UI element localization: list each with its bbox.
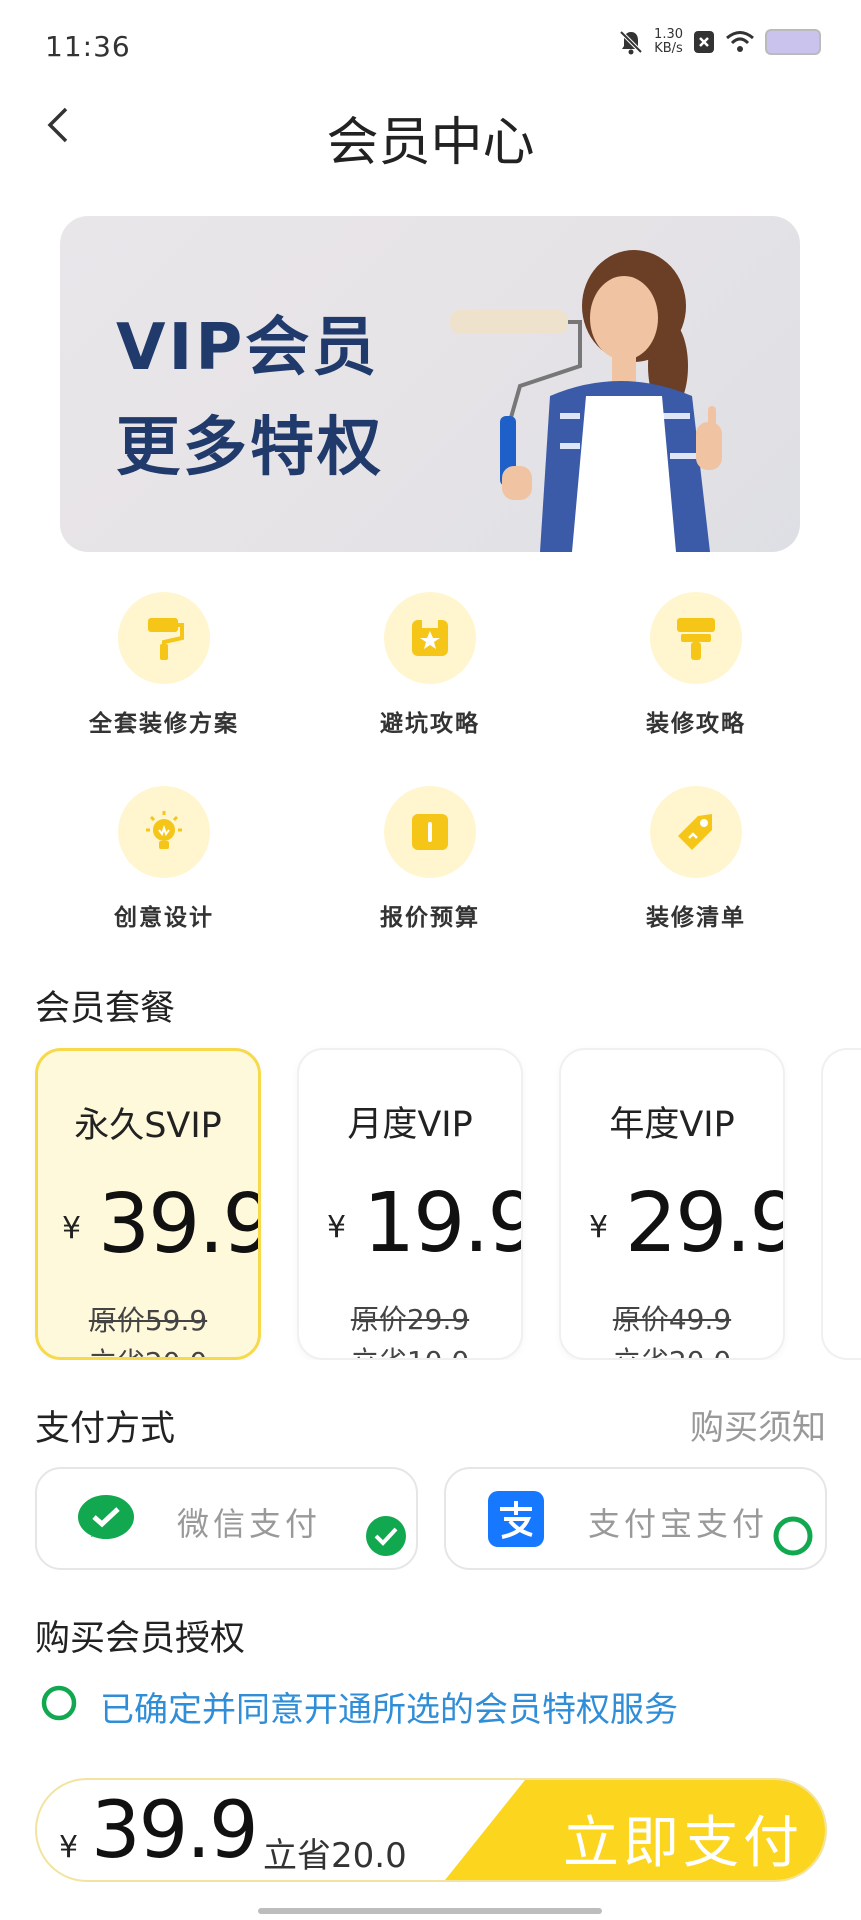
- alipay-option[interactable]: 支付宝支付: [444, 1467, 827, 1570]
- plan-name: 年度VIP: [609, 1105, 735, 1145]
- feature-label: 全套装修方案: [89, 711, 239, 737]
- selected-check-icon: [366, 1516, 406, 1556]
- feature-label: 报价预算: [380, 905, 480, 931]
- plan-currency: ¥: [62, 1211, 82, 1246]
- plan-price: 29.9: [625, 1176, 785, 1271]
- bottom-pay-bar: ¥ 39.9 立省20.0 立即支付: [35, 1778, 827, 1882]
- wechat-pay-option[interactable]: 微信支付: [35, 1467, 418, 1570]
- payment-section-title: 支付方式: [35, 1409, 176, 1449]
- agreement-radio-icon[interactable]: [40, 1684, 78, 1722]
- pay-now-label: 立即支付: [563, 1811, 803, 1876]
- plan-card-monthly-vip[interactable]: 月度VIP ¥ 19.9 原价29.9 立省10.0: [297, 1048, 523, 1360]
- plans-section-title: 会员套餐: [35, 989, 176, 1029]
- unselected-radio-icon[interactable]: [772, 1515, 814, 1557]
- plan-original-price: 原价59.9: [88, 1304, 208, 1337]
- purchase-notice-link[interactable]: 购买须知: [690, 1400, 826, 1449]
- plan-name: 月度VIP: [347, 1105, 473, 1145]
- wifi-icon: [726, 31, 754, 52]
- plan-price: 19.9: [363, 1176, 523, 1271]
- net-speed-unit: KB/s: [654, 41, 683, 56]
- paint-roller-icon: [118, 592, 210, 684]
- alipay-icon: [488, 1491, 544, 1547]
- mute-bell-icon: [619, 30, 643, 55]
- pay-now-button[interactable]: 立即支付: [445, 1780, 825, 1880]
- plan-savings: 立省20.0: [38, 1341, 258, 1357]
- plan-savings: 立省10.0: [299, 1340, 521, 1358]
- page-title: 会员中心: [326, 113, 535, 173]
- net-speed: 1.30 KB/s: [654, 28, 683, 56]
- vip-banner[interactable]: VIP会员 更多特权: [60, 216, 800, 552]
- plan-savings: 立省20.0: [561, 1340, 783, 1358]
- book-icon: [384, 786, 476, 878]
- brush-icon: [650, 592, 742, 684]
- total-currency: ¥: [59, 1830, 79, 1865]
- plan-name: 永久SVIP: [74, 1106, 222, 1146]
- feature-full-renovation-plan[interactable]: 全套装修方案: [64, 592, 264, 738]
- plan-currency: ¥: [327, 1210, 347, 1245]
- plan-original-price: 原价29.9: [350, 1303, 470, 1336]
- wechat-pay-label: 微信支付: [177, 1505, 322, 1543]
- plan-original-price: 原价49.9: [612, 1303, 732, 1336]
- plan-card-yearly-vip[interactable]: 年度VIP ¥ 29.9 原价49.9 立省20.0: [559, 1048, 785, 1360]
- plan-currency: ¥: [589, 1210, 609, 1245]
- battery-icon: [765, 29, 821, 55]
- alipay-label: 支付宝支付: [588, 1505, 769, 1543]
- lightbulb-icon: [118, 786, 210, 878]
- sim-x-icon: [694, 31, 714, 53]
- feature-renovation-checklist[interactable]: 装修清单: [596, 786, 796, 932]
- total-price: 39.9: [91, 1786, 259, 1876]
- feature-label: 装修攻略: [646, 711, 746, 737]
- star-box-icon: [384, 592, 476, 684]
- status-icons: 1.30 KB/s: [618, 28, 821, 56]
- feature-label: 创意设计: [114, 905, 214, 931]
- feature-creative-design[interactable]: 创意设计: [64, 786, 264, 932]
- banner-woman-painter-illustration: [450, 250, 722, 552]
- authorization-section-title: 购买会员授权: [35, 1619, 246, 1659]
- plan-card-permanent-svip[interactable]: 永久SVIP ¥ 39.9 原价59.9 立省20.0: [35, 1048, 261, 1360]
- home-indicator[interactable]: [258, 1908, 602, 1914]
- plan-card-next-partial[interactable]: [821, 1048, 861, 1360]
- net-speed-value: 1.30: [654, 27, 683, 42]
- feature-label: 避坑攻略: [380, 711, 480, 737]
- feature-label: 装修清单: [646, 905, 746, 931]
- feature-pitfall-guide[interactable]: 避坑攻略: [330, 592, 530, 738]
- feature-renovation-guide[interactable]: 装修攻略: [596, 592, 796, 738]
- tag-icon: [650, 786, 742, 878]
- plan-price: 39.9: [98, 1177, 261, 1272]
- banner-subheadline: 更多特权: [116, 411, 384, 485]
- banner-headline: VIP会员: [116, 311, 380, 385]
- total-savings: 立省20.0: [263, 1836, 407, 1876]
- wechat-pay-icon: [78, 1495, 134, 1539]
- status-time: 11:36: [45, 30, 131, 63]
- feature-quote-budget[interactable]: 报价预算: [330, 786, 530, 932]
- cards-crop-mask: [0, 1360, 861, 1400]
- agreement-text[interactable]: 已确定并同意开通所选的会员特权服务: [100, 1682, 678, 1731]
